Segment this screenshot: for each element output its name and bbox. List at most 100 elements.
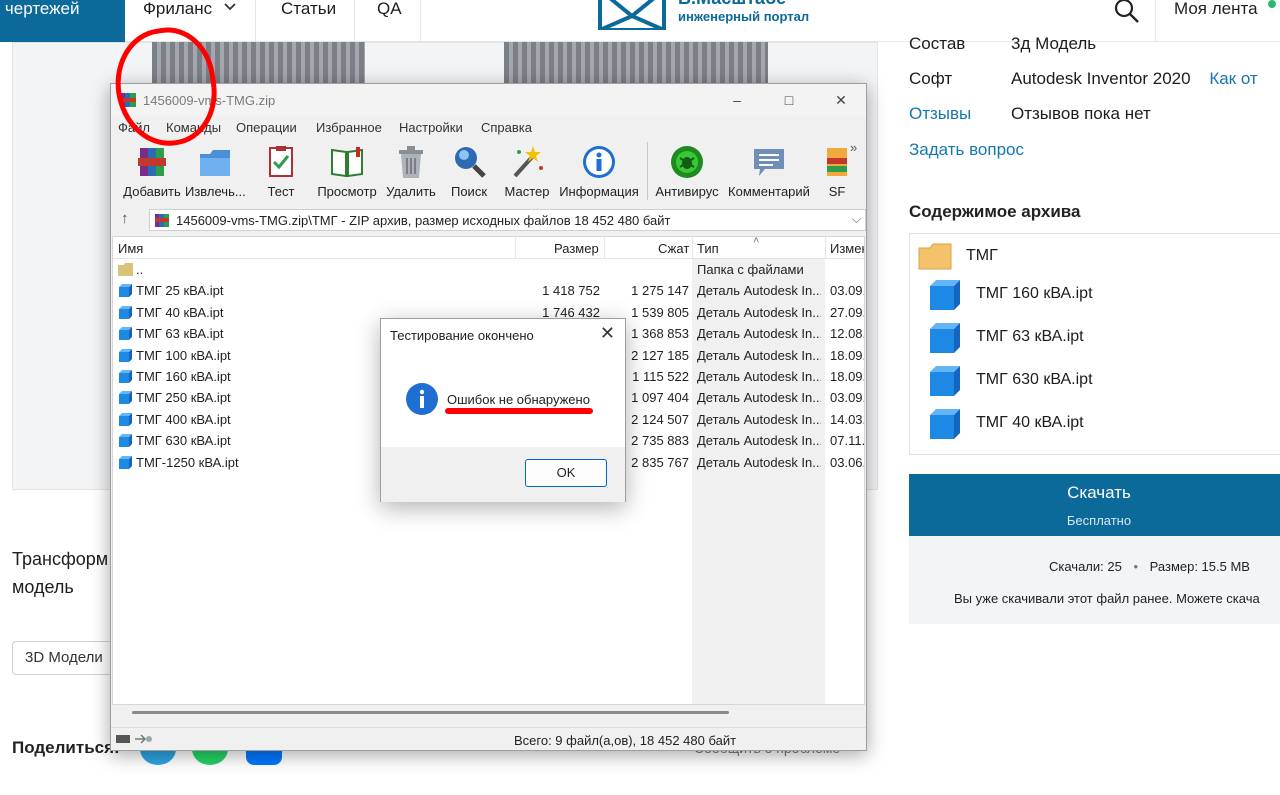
file-name: ТМГ-1250 кВА.ipt (136, 454, 239, 470)
up-arrow-icon[interactable]: ↑ (121, 210, 129, 227)
file-name: ТМГ 400 кВА.ipt (136, 411, 231, 427)
tool-label: Информация (559, 184, 639, 199)
minimize-button[interactable]: – (727, 91, 747, 109)
find-button[interactable]: Поиск (441, 142, 497, 202)
ask-question-link[interactable]: Задать вопрос (909, 140, 1024, 160)
file-type: Деталь Autodesk In... (697, 411, 821, 427)
menu-operations[interactable]: Операции (236, 120, 297, 135)
logo-mark-icon (598, 0, 666, 30)
software-label: Софт (909, 69, 953, 88)
comment-button[interactable]: Комментарий (725, 142, 813, 202)
winrar-archive-icon (155, 214, 169, 227)
folder-icon (918, 243, 952, 270)
file-packed-size: 1 368 853 (631, 326, 689, 342)
downloads-count: Скачали: 25 (1049, 559, 1122, 574)
archive-file-item[interactable]: ТМГ 160 кВА.ipt (928, 274, 1280, 314)
file-modified: 03.09. (830, 390, 865, 406)
annotation-underline (445, 408, 593, 414)
tool-label: Удалить (386, 184, 436, 199)
sort-ascending-icon: ˄ (753, 236, 760, 247)
menu-settings[interactable]: Настройки (399, 120, 463, 135)
download-button[interactable]: Скачать Бесплатно (909, 474, 1280, 536)
file-packed-size: 1 115 522 (632, 369, 689, 384)
column-divider[interactable] (692, 237, 693, 259)
column-divider[interactable] (604, 237, 605, 259)
menu-help[interactable]: Справка (481, 120, 532, 135)
column-divider[interactable] (825, 237, 826, 259)
nav-catalog-link[interactable]: г чертежей (0, 0, 125, 42)
file-type: Папка с файлами (697, 262, 804, 277)
page-title: Трансформ модель (12, 545, 108, 601)
test-complete-dialog[interactable]: Тестирование окончено ✕ Ошибок не обнару… (380, 318, 626, 502)
part-file-icon (119, 455, 132, 469)
file-row[interactable]: .. Папка с файлами (113, 259, 864, 280)
archive-file-item[interactable]: ТМГ 40 кВА.ipt (928, 403, 1280, 443)
archive-item-label: ТМГ (966, 247, 998, 264)
archive-item-label: ТМГ 630 кВА.ipt (976, 371, 1093, 388)
archive-contents-list[interactable]: ТМГ ТМГ 160 кВА.ipt ТМГ 63 кВА.ipt ТМГ 6… (909, 233, 1280, 455)
notification-dot (1268, 0, 1276, 8)
close-button[interactable]: ✕ (831, 91, 851, 109)
column-modified-header[interactable]: Измен (830, 241, 864, 256)
column-name-header[interactable]: Имя (118, 241, 143, 256)
chevron-down-icon[interactable]: ⌵ (852, 212, 861, 227)
logo-title: В.Масштабе (678, 0, 786, 9)
add-archive-icon (138, 148, 166, 176)
delete-button[interactable]: Удалить (383, 142, 439, 202)
archive-contents-heading: Содержимое архива (909, 202, 1081, 221)
nav-qa-link[interactable]: QA (359, 0, 421, 42)
column-packed-header[interactable]: Сжат (658, 241, 689, 256)
tag-3d-models-button[interactable]: 3D Модели (12, 641, 116, 675)
file-packed-size: 2 835 767 (631, 454, 689, 470)
file-packed-size: 1 097 404 (631, 390, 689, 406)
part-file-icon (119, 370, 132, 383)
tool-label: Просмотр (317, 184, 377, 199)
menu-favorites[interactable]: Избранное (316, 120, 382, 135)
antivirus-button[interactable]: Антивирус (651, 142, 723, 202)
file-size: 1 418 752 (542, 283, 600, 299)
add-button[interactable]: Добавить (121, 142, 183, 202)
file-name: ТМГ 63 кВА.ipt (136, 326, 224, 342)
toolbar-overflow-icon[interactable]: » (850, 140, 857, 155)
column-type-header[interactable]: Тип (697, 241, 719, 256)
tool-label: Тест (267, 184, 295, 199)
nav-articles-link[interactable]: Статьи (263, 0, 356, 42)
maximize-button[interactable]: □ (779, 91, 799, 109)
reviews-link[interactable]: Отзывы (909, 104, 971, 124)
test-button[interactable]: Тест (253, 142, 309, 202)
horizontal-scrollbar[interactable] (112, 706, 865, 718)
path-field[interactable]: 1456009-vms-TMG.zip\ТМГ - ZIP архив, раз… (149, 209, 866, 231)
close-icon[interactable]: ✕ (600, 323, 615, 344)
nav-feed-link[interactable]: Моя лента (1155, 0, 1258, 42)
archive-file-item[interactable]: ТМГ 63 кВА.ipt (928, 317, 1280, 357)
dialog-message: Ошибок не обнаружено (447, 392, 590, 407)
file-type: Деталь Autodesk In... (697, 347, 821, 363)
archive-file-item[interactable]: ТМГ 630 кВА.ipt (928, 360, 1280, 400)
scrollbar-thumb[interactable] (132, 711, 729, 714)
software-howto-link[interactable]: Как от (1209, 69, 1257, 88)
extract-button[interactable]: Извлечь... (185, 142, 245, 202)
nav-qa-label: QA (377, 0, 402, 18)
file-type: Деталь Autodesk In... (697, 369, 821, 384)
already-downloaded-note: Вы уже скачивали этот файл ранее. Можете… (954, 591, 1260, 606)
ok-button[interactable]: OK (525, 459, 607, 487)
tool-label: Поиск (450, 184, 488, 199)
file-name: ТМГ 100 кВА.ipt (136, 347, 231, 363)
file-type: Деталь Autodesk In... (697, 326, 821, 342)
file-packed-size: 1 275 147 (631, 283, 689, 299)
info-button[interactable]: Информация (557, 142, 641, 202)
column-size-header[interactable]: Размер (554, 241, 599, 256)
file-row[interactable]: ТМГ 25 кВА.ipt 1 418 752 1 275 147 Деталь A… (113, 280, 864, 301)
archive-folder-item[interactable]: ТМГ (918, 236, 1280, 276)
file-packed-size: 1 539 805 (631, 304, 689, 320)
wizard-icon (513, 146, 543, 178)
part-cube-icon (930, 323, 960, 353)
column-divider[interactable] (515, 237, 516, 259)
view-button[interactable]: Просмотр (313, 142, 381, 202)
site-logo[interactable]: В.Масштабе инженерный портал (598, 0, 838, 32)
wizard-button[interactable]: Мастер (499, 142, 555, 202)
file-type: Деталь Autodesk In... (697, 454, 821, 470)
search-icon[interactable] (1112, 0, 1142, 26)
download-info-panel: Скачали: 25 • Размер: 15.5 MB Вы уже ска… (909, 536, 1280, 624)
window-titlebar[interactable]: 1456009-vms-TMG.zip – □ ✕ (111, 84, 866, 116)
